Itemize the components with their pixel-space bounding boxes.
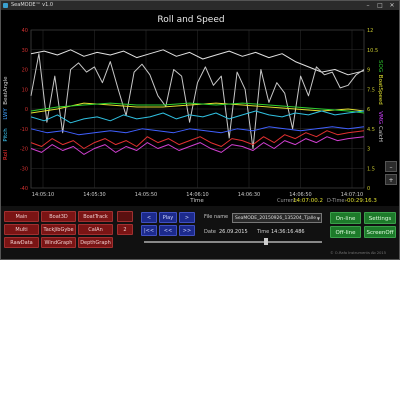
right-tick-label: 4.5 <box>367 127 375 133</box>
time-label: Time <box>257 229 270 235</box>
x-tick-label: 14:05:10 <box>32 192 54 198</box>
right-axis-labels: SOG BoatSpeed VMG CalcH <box>377 60 383 142</box>
left-tick-label: -10 <box>20 127 28 133</box>
right-tick-label: 12 <box>367 28 373 34</box>
left-axis-labels: Roll Pitch LWY BeatAngle <box>3 76 9 160</box>
app-icon <box>3 3 8 8</box>
right-axis-label: CalcH <box>377 126 383 142</box>
left-tick-label: 30 <box>22 48 28 54</box>
right-tick-label: 1.5 <box>367 166 375 172</box>
left-tick-label: 0 <box>25 107 28 113</box>
file-name-value: SeaMODE_20150926_135204_Tjalle <box>235 216 316 221</box>
left-tick-label: -30 <box>20 166 28 172</box>
date-label: Date <box>204 229 216 235</box>
back-button[interactable]: < <box>141 212 157 223</box>
x-tick-label: 14:05:50 <box>135 192 157 198</box>
nav-button-main[interactable]: Main <box>4 211 39 222</box>
date-value: 26.09.2015 <box>219 229 248 235</box>
nav-button-calan[interactable]: CalAn <box>78 224 113 235</box>
x-tick-label: 14:06:30 <box>238 192 260 198</box>
right-tick-label: 3 <box>367 147 370 153</box>
timeline-slider-track[interactable] <box>144 241 322 243</box>
right-axis-ticks: 12 10.5 9 7.5 6 4.5 3 1.5 0 <box>367 28 378 192</box>
left-axis-label: LWY <box>3 108 9 120</box>
minimize-button[interactable]: – <box>363 1 373 10</box>
left-tick-label: 40 <box>22 28 28 34</box>
maximize-button[interactable]: □ <box>375 1 385 10</box>
left-tick-label: 10 <box>22 87 28 93</box>
nav-button-rawdata[interactable]: RawData <box>4 237 39 248</box>
nav-button-windgraph[interactable]: WindGraph <box>41 237 76 248</box>
left-tick-label: -40 <box>20 186 28 192</box>
forward-button[interactable]: > <box>179 212 195 223</box>
left-axis-ticks: 40 30 20 10 0 -10 -20 -30 -40 <box>20 28 28 192</box>
left-tick-label: 20 <box>22 68 28 74</box>
time-value: 14:36:16.486 <box>271 229 305 235</box>
page-button[interactable]: 2 <box>117 224 133 235</box>
current-value: 14:07:00.2 <box>293 198 323 204</box>
nav-button-boat3d[interactable]: Boat3D <box>41 211 76 222</box>
left-axis-label: BeatAngle <box>3 76 9 105</box>
x-tick-label: 14:05:30 <box>83 192 105 198</box>
dtime-value: -00:29:16.3 <box>345 198 377 204</box>
app-window: SeaMODE™ v1.0 – □ ✕ Roll and Speed 40 30 2… <box>0 0 400 260</box>
nav-button-tackjibgybe[interactable]: TackJibGybe <box>41 224 76 235</box>
nav-button-multi[interactable]: Multi <box>4 224 39 235</box>
timeline-slider-knob[interactable] <box>264 238 268 245</box>
settings-button[interactable]: Settings <box>364 212 396 224</box>
rewind-button[interactable]: |<< <box>141 225 157 236</box>
zoom-out-button[interactable]: – <box>385 161 397 172</box>
nav-button-boattrack[interactable]: BoatTrack <box>78 211 113 222</box>
right-axis-label: BoatSpeed <box>377 75 383 105</box>
dtime-label: D-Time: <box>327 198 346 204</box>
x-axis-label: Time <box>189 198 204 204</box>
right-axis-label: SOG <box>377 60 383 72</box>
right-tick-label: 6 <box>367 107 370 113</box>
left-axis-label: Roll <box>3 150 9 160</box>
left-tick-label: -20 <box>20 147 28 153</box>
file-name-label: File name <box>204 214 229 220</box>
nav-button-depthgraph[interactable]: DepthGraph <box>78 237 113 248</box>
right-tick-label: 7.5 <box>367 87 375 93</box>
copyright-text: © O-Rafo Instruments Ab 2015 <box>330 251 387 255</box>
chart-title: Roll and Speed <box>157 15 224 25</box>
play-button[interactable]: Play <box>159 212 177 223</box>
window-title: SeaMODE™ v1.0 <box>11 2 54 8</box>
close-button[interactable]: ✕ <box>387 1 397 10</box>
title-bar: SeaMODE™ v1.0 – □ ✕ <box>1 1 399 10</box>
step-forward-button[interactable]: >> <box>179 225 195 236</box>
aux-button-top[interactable] <box>117 211 133 222</box>
zoom-in-button[interactable]: + <box>385 174 397 185</box>
right-tick-label: 9 <box>367 68 370 74</box>
screen-off-button[interactable]: ScreenOff <box>364 226 396 238</box>
file-name-select[interactable]: SeaMODE_20150926_135204_Tjalle ▼ <box>232 213 322 223</box>
roll-speed-chart: Roll and Speed 403020100-10-20-30-40 121… <box>3 15 383 204</box>
step-back-button[interactable]: << <box>159 225 177 236</box>
offline-button[interactable]: Off-line <box>330 226 361 238</box>
right-tick-label: 0 <box>367 186 370 192</box>
chevron-down-icon: ▼ <box>316 216 320 221</box>
online-button[interactable]: On-line <box>330 212 361 224</box>
right-axis-label: VMG <box>377 111 383 124</box>
left-axis-label: Pitch <box>3 128 9 142</box>
right-tick-label: 10.5 <box>367 48 378 54</box>
